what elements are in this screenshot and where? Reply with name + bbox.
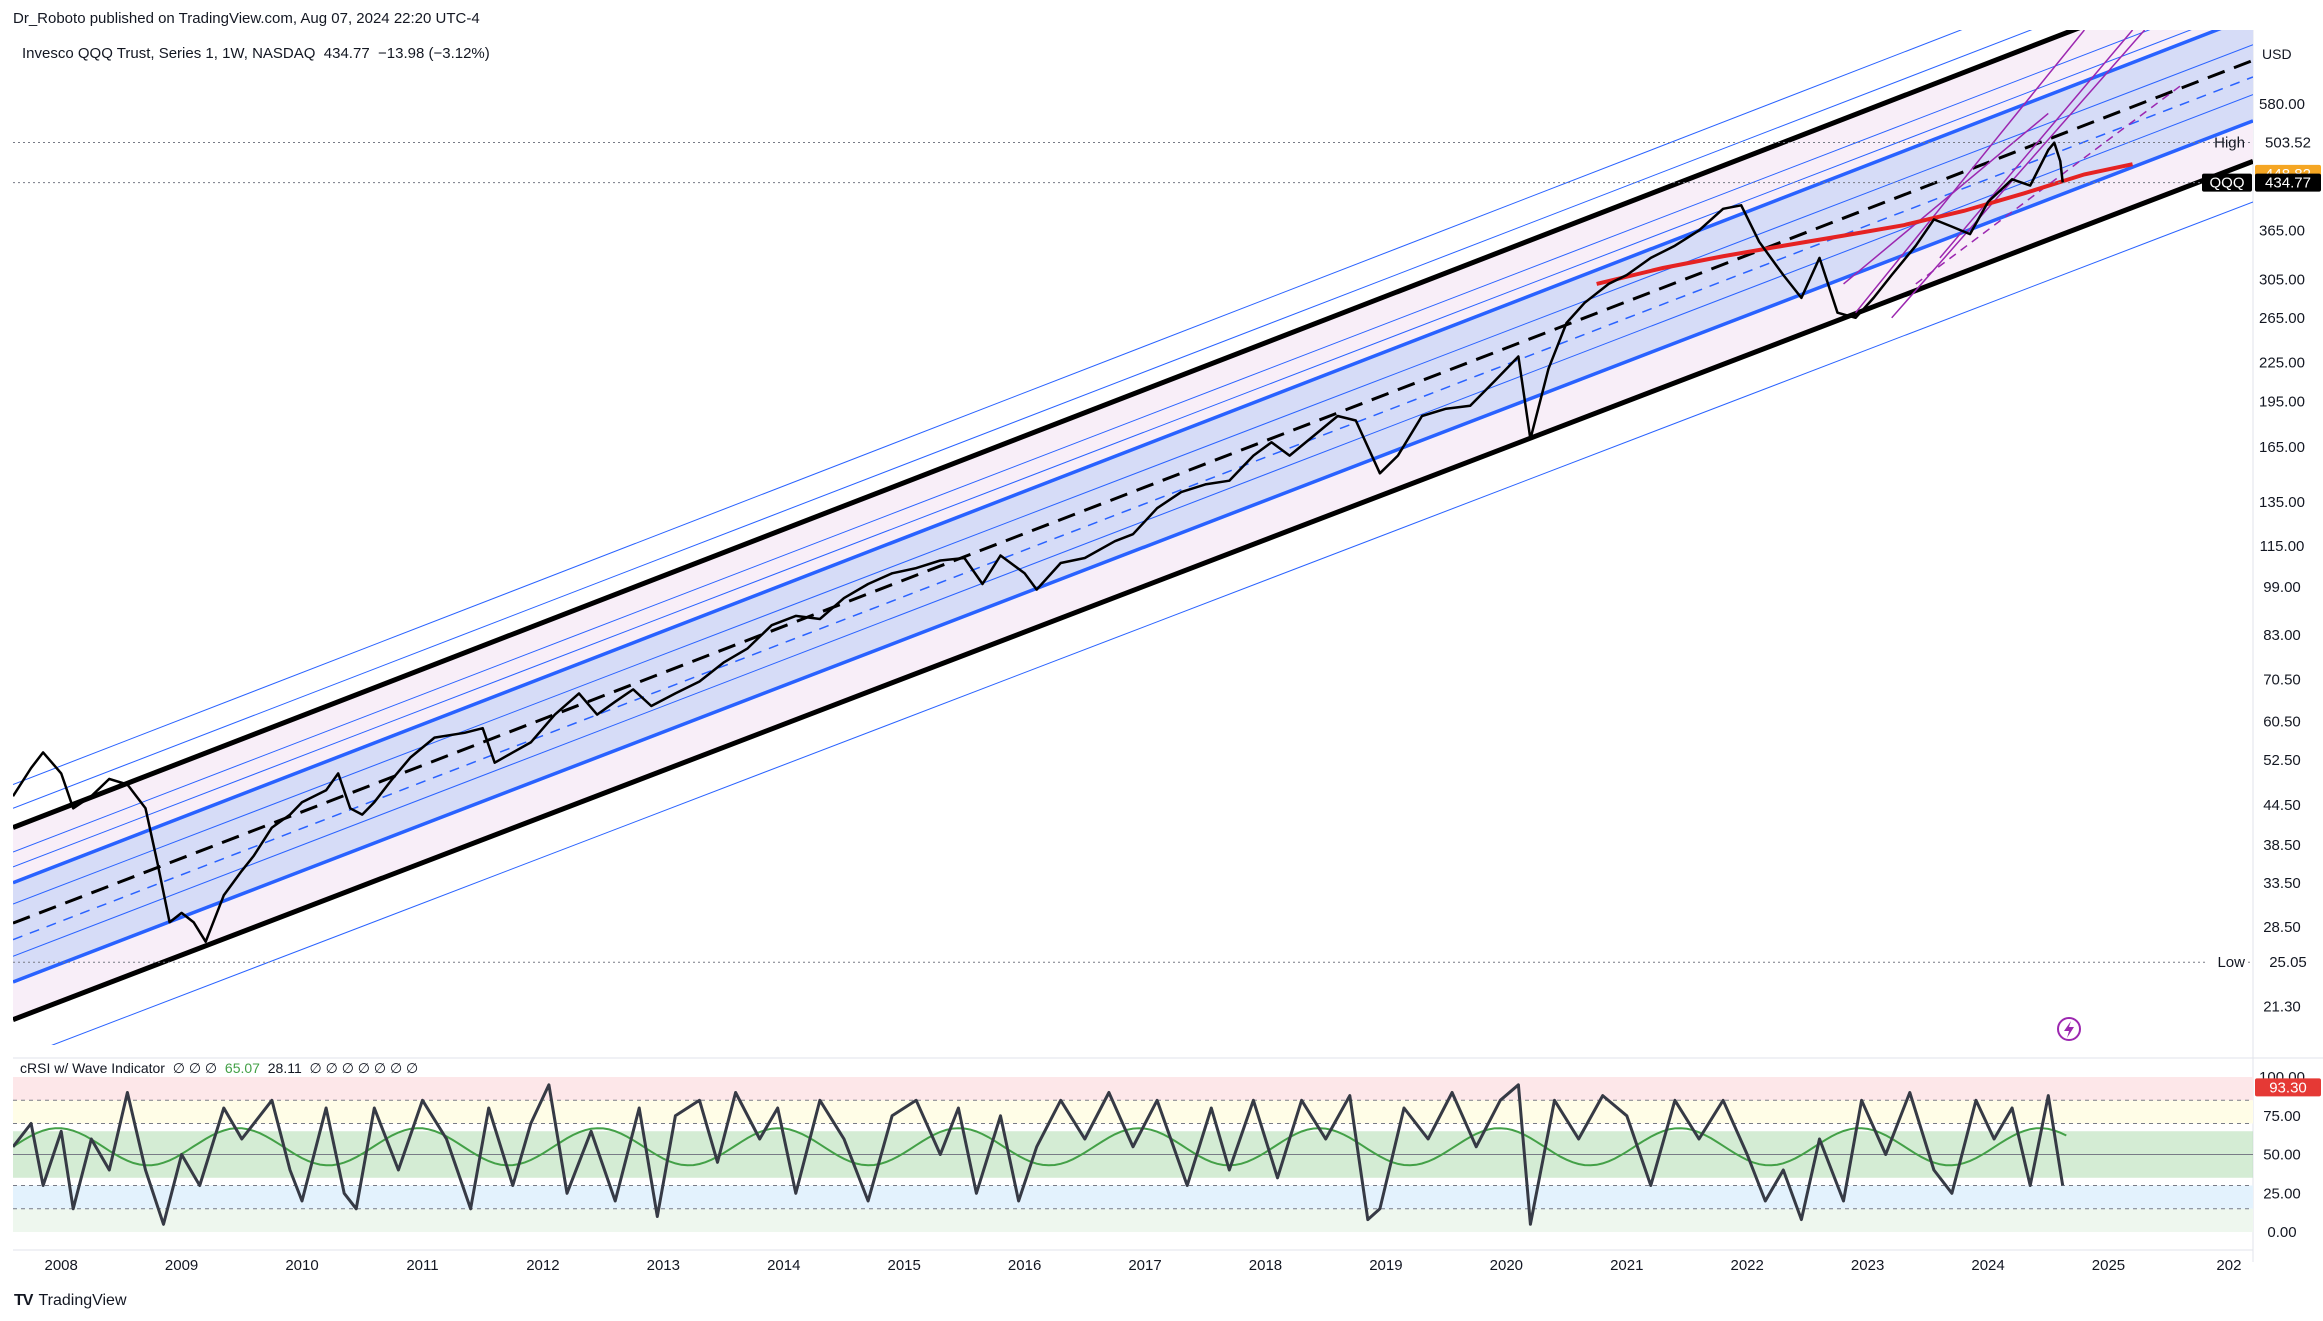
lightning-icon[interactable] (2057, 1017, 2081, 1041)
time-axis-label: 2010 (285, 1257, 318, 1274)
time-axis-label: 2009 (165, 1257, 198, 1274)
time-axis-label: 2011 (406, 1257, 438, 1274)
symbol-tag: QQQ (2209, 175, 2244, 192)
price-axis-tick-label: 135.00 (2259, 494, 2305, 511)
price-axis-tick-label: 83.00 (2263, 627, 2301, 644)
low-value-tag: 25.05 (2269, 954, 2307, 971)
last-value-tag: 434.77 (2265, 175, 2311, 192)
symbol-legend[interactable]: Invesco QQQ Trust, Series 1, 1W, NASDAQ … (22, 45, 490, 62)
footer-brand-label: TradingView (38, 1292, 127, 1309)
osc-axis-tick-label: 50.00 (2263, 1147, 2301, 1164)
chart-canvas[interactable]: 580.00 365.00 305.00 265.00 225.00 195.00 165.… (0, 0, 2323, 1321)
time-axis-label: 2016 (1008, 1257, 1041, 1274)
footer-brand[interactable]: TV TradingView (14, 1292, 127, 1310)
oscillator-dots: ∅ ∅ ∅ (172, 1060, 218, 1076)
oscillator-title: cRSI w/ Wave Indicator (20, 1060, 165, 1076)
price-axis-tick-label: 99.00 (2263, 579, 2301, 596)
time-axis-label: 2015 (887, 1257, 920, 1274)
osc-overbought-zone (13, 1077, 2253, 1101)
price-axis-tick-label: 28.50 (2263, 919, 2301, 936)
osc-axis-tick-label: 75.00 (2263, 1108, 2301, 1125)
high-label: High (2214, 134, 2245, 151)
price-axis-tick-label: 195.00 (2259, 394, 2305, 411)
time-axis-label: 2008 (44, 1257, 77, 1274)
price-axis-tick-label: 265.00 (2259, 310, 2305, 327)
price-axis-tick-label: 115.00 (2260, 538, 2305, 555)
time-axis-label: 2020 (1490, 1257, 1523, 1274)
time-axis-label: 2012 (526, 1257, 559, 1274)
oscillator-value-1: 65.07 (224, 1060, 260, 1076)
time-axis-label: 2018 (1249, 1257, 1282, 1274)
oscillator-legend[interactable]: cRSI w/ Wave Indicator ∅ ∅ ∅ 65.07 28.11… (20, 1060, 418, 1077)
oscillator-trailing-dots: ∅ ∅ ∅ ∅ ∅ ∅ ∅ (309, 1060, 419, 1076)
osc-oversold-zone (13, 1208, 2253, 1232)
time-axis-label: 2013 (647, 1257, 680, 1274)
time-axis-label: 2021 (1610, 1257, 1643, 1274)
price-axis-tick-label: 365.00 (2259, 222, 2305, 239)
time-axis-label: 2019 (1369, 1257, 1402, 1274)
time-axis-label: 2014 (767, 1257, 800, 1274)
currency-label[interactable]: USD (2262, 46, 2292, 62)
price-axis-tick-label: 60.50 (2263, 713, 2301, 730)
price-axis-tick-label: 38.50 (2263, 837, 2301, 854)
last-price: 434.77 (323, 45, 370, 62)
time-axis-label: 2023 (1851, 1257, 1884, 1274)
price-axis-tick-label: 225.00 (2259, 355, 2305, 372)
time-axis-label: 202 (2216, 1257, 2241, 1274)
price-axis-tick-label: 305.00 (2259, 271, 2305, 288)
osc-axis-tick-label: 25.00 (2263, 1185, 2301, 1202)
price-axis-tick-label: 44.50 (2263, 797, 2301, 814)
time-axis-label: 2025 (2092, 1257, 2125, 1274)
price-axis-tick-label: 580.00 (2259, 96, 2305, 113)
price-axis-tick-label: 70.50 (2263, 672, 2301, 689)
price-axis-tick-label: 21.30 (2263, 998, 2301, 1015)
price-axis-tick-label: 165.00 (2259, 439, 2305, 456)
osc-current-tag: 93.30 (2269, 1079, 2307, 1096)
oscillator-value-2: 28.11 (267, 1060, 302, 1076)
high-value-tag: 503.52 (2265, 134, 2311, 151)
price-change: −13.98 (−3.12%) (378, 45, 490, 62)
time-axis-label: 2024 (1971, 1257, 2004, 1274)
price-axis-tick-label: 33.50 (2263, 875, 2301, 892)
price-axis-tick-label: 52.50 (2263, 752, 2301, 769)
time-axis-label: 2022 (1731, 1257, 1764, 1274)
publish-info: Dr_Roboto published on TradingView.com, … (13, 10, 480, 27)
osc-axis-tick-label: 0.00 (2267, 1224, 2296, 1241)
time-axis-label: 2017 (1128, 1257, 1161, 1274)
low-label: Low (2217, 954, 2245, 971)
symbol-description: Invesco QQQ Trust, Series 1, 1W, NASDAQ (22, 45, 316, 62)
tradingview-logo-icon: TV (14, 1292, 33, 1309)
